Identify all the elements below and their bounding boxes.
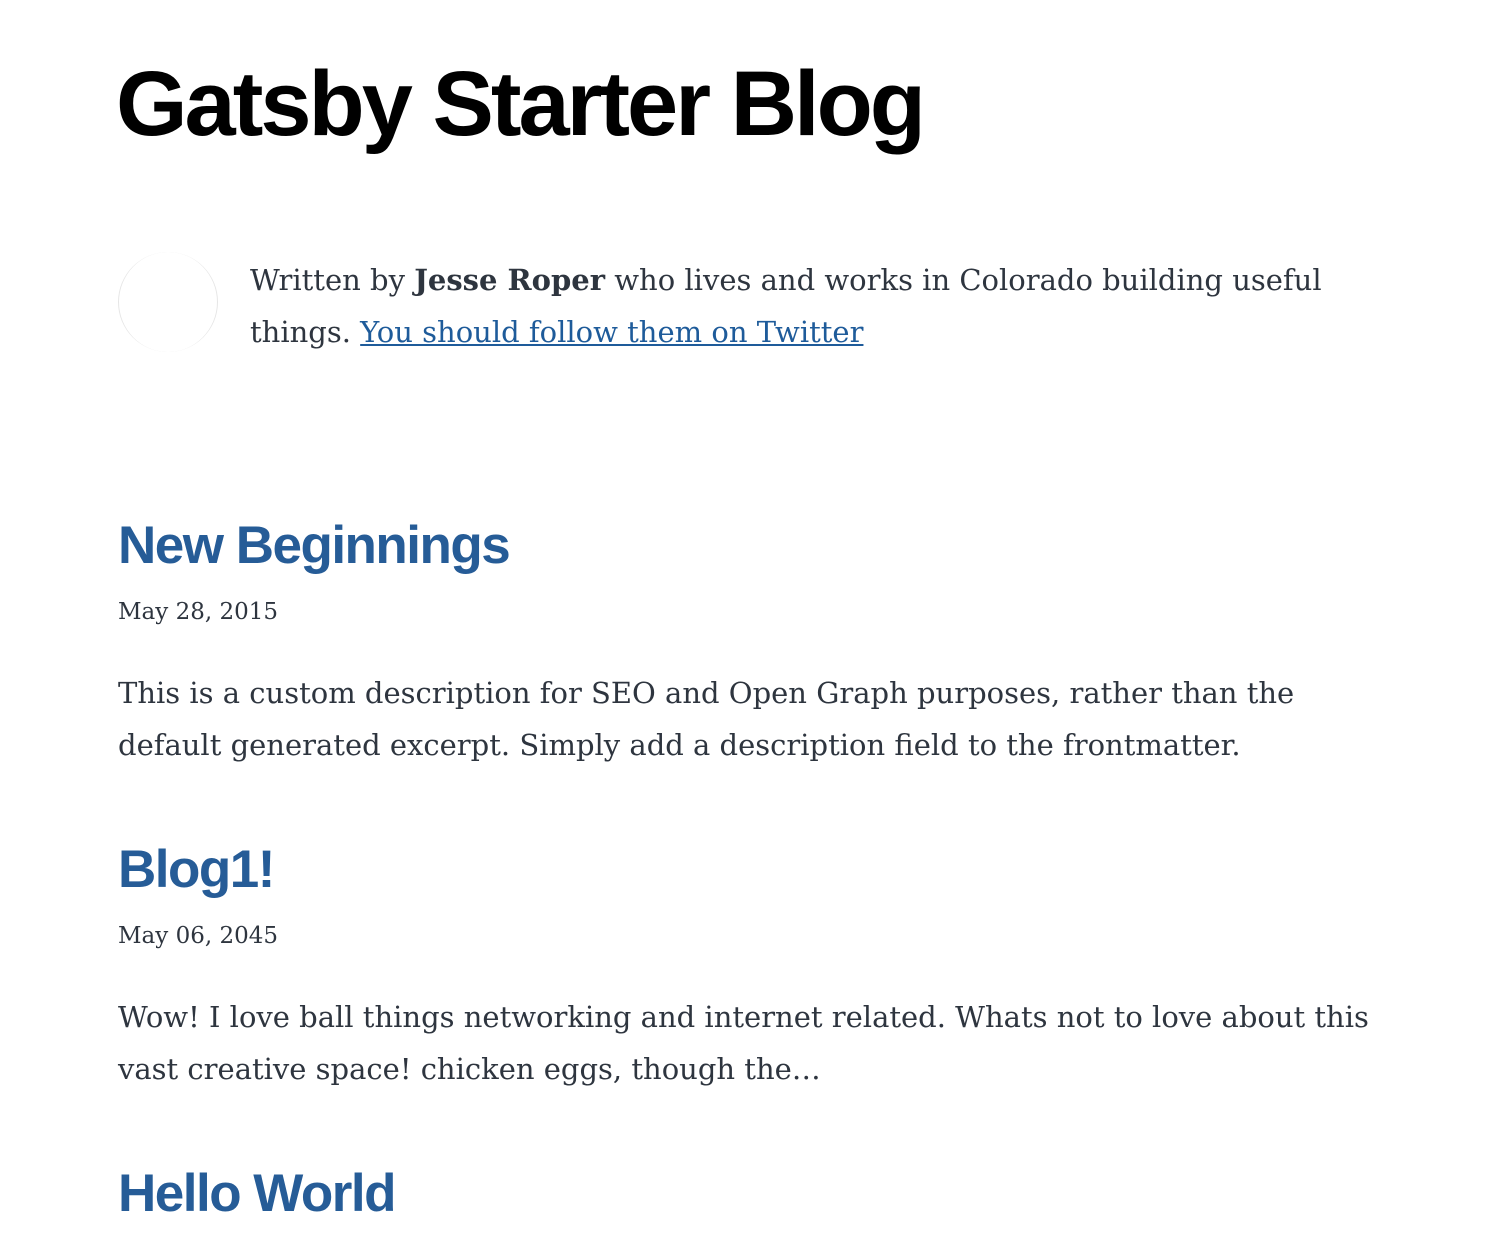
bio-text: Written by Jesse Roper who lives and wor… — [250, 254, 1400, 358]
post-item: Hello World — [118, 1167, 1408, 1220]
post-title: Hello World — [118, 1167, 1408, 1220]
post-title-link[interactable]: Hello World — [118, 1164, 396, 1223]
site-title[interactable]: Gatsby Starter Blog — [116, 52, 926, 158]
bio-prefix: Written by — [250, 263, 415, 297]
post-excerpt: This is a custom description for SEO and… — [118, 676, 1295, 762]
post-title-link[interactable]: Blog1! — [118, 840, 275, 899]
post-title: New Beginnings — [118, 519, 1408, 572]
blog-page: Gatsby Starter Blog Written by Jesse Rop… — [0, 0, 1504, 1234]
post-excerpt: Wow! I love ball things networking and i… — [118, 1000, 1369, 1086]
author-avatar — [118, 252, 218, 352]
twitter-link[interactable]: You should follow them on Twitter — [360, 315, 863, 349]
post-item: Blog1! May 06, 2045 Wow! I love ball thi… — [118, 843, 1408, 1086]
bio-author-name: Jesse Roper — [414, 263, 606, 297]
post-date: May 06, 2045 — [118, 923, 278, 949]
post-title: Blog1! — [118, 843, 1408, 896]
post-item: New Beginnings May 28, 2015 This is a cu… — [118, 519, 1408, 762]
post-title-link[interactable]: New Beginnings — [118, 516, 511, 575]
post-date: May 28, 2015 — [118, 599, 278, 625]
